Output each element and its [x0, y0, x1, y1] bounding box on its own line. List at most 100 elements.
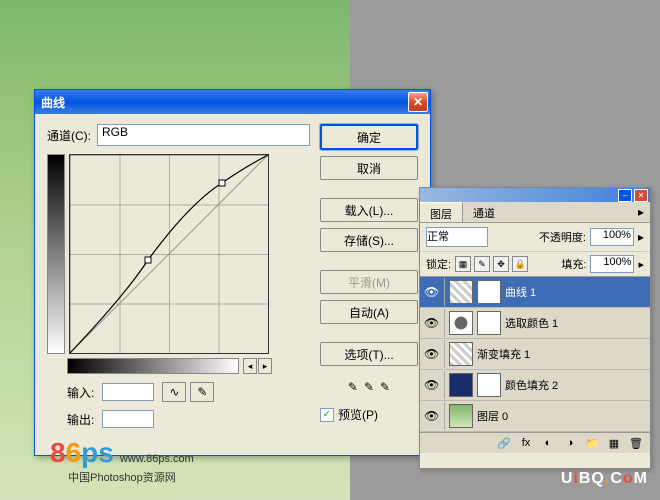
input-label: 输入:: [67, 384, 94, 401]
link-icon[interactable]: 🔗: [496, 436, 512, 450]
channel-select[interactable]: RGB: [97, 124, 310, 146]
horizontal-gradient: [67, 358, 239, 374]
panel-menu-icon[interactable]: ▸: [632, 202, 650, 222]
tab-layers[interactable]: 图层: [420, 202, 463, 222]
layer-list[interactable]: 👁 曲线 1 👁 选取颜色 1 👁 渐变填充 1 👁 颜色填充 2: [420, 277, 650, 432]
curves-titlebar[interactable]: 曲线 ✕: [35, 90, 430, 114]
lock-icons: ▦ ✎ ✥ 🔒: [455, 256, 528, 272]
fill-arrow-icon[interactable]: ▸: [638, 258, 644, 271]
h-gradient-row: ◂ ▸: [67, 358, 310, 374]
load-button[interactable]: 载入(L)...: [320, 198, 418, 222]
eyedropper-row: ✎ ✎ ✎: [320, 380, 418, 394]
opacity-input[interactable]: 100%: [590, 228, 634, 246]
panel-close-icon[interactable]: ✕: [634, 189, 648, 202]
pencil-tool-icon[interactable]: ✎: [190, 382, 214, 402]
gray-point-eyedropper-icon[interactable]: ✎: [364, 380, 374, 394]
new-layer-icon[interactable]: ▦: [606, 436, 622, 450]
trash-icon[interactable]: 🗑: [628, 436, 644, 450]
visibility-icon[interactable]: 👁: [424, 409, 440, 423]
minimize-icon[interactable]: –: [618, 189, 632, 202]
layer-name: 图层 0: [477, 408, 508, 424]
layer-name: 颜色填充 2: [505, 377, 558, 393]
layer-thumbnail[interactable]: [449, 373, 473, 397]
smooth-button: 平滑(M): [320, 270, 418, 294]
opacity-arrow-icon[interactable]: ▸: [638, 230, 644, 244]
watermark-uibq: UiBQ.CoM: [561, 470, 648, 488]
visibility-icon[interactable]: 👁: [424, 316, 440, 330]
fill-label: 填充:: [561, 256, 586, 272]
curve-area: [47, 154, 310, 354]
adjustment-icon[interactable]: ◑: [562, 436, 578, 450]
layer-name: 曲线 1: [505, 284, 536, 300]
black-point-eyedropper-icon[interactable]: ✎: [348, 380, 358, 394]
output-row: 输出:: [67, 410, 310, 428]
preview-checkbox[interactable]: ✓: [320, 408, 334, 422]
options-button[interactable]: 选项(T)...: [320, 342, 418, 366]
layer-item-background[interactable]: 👁 图层 0: [420, 401, 650, 432]
fill-input[interactable]: 100%: [590, 255, 634, 273]
lock-brush-icon[interactable]: ✎: [474, 256, 490, 272]
layer-mask-thumbnail[interactable]: [477, 311, 501, 335]
curve-line: [70, 155, 268, 353]
layers-panel-bottom: 🔗 fx ◐ ◑ 📁 ▦ 🗑: [420, 432, 650, 453]
tab-channels[interactable]: 通道: [463, 202, 505, 222]
channel-row: 通道(C): RGB: [47, 124, 310, 146]
layers-panel: – ✕ 图层 通道 ▸ 正常 不透明度: 100% ▸ 锁定: ▦ ✎ ✥ 🔒 …: [419, 187, 651, 469]
layer-name: 选取颜色 1: [505, 315, 558, 331]
layer-item-curves[interactable]: 👁 曲线 1: [420, 277, 650, 308]
channel-label: 通道(C):: [47, 127, 91, 144]
curve-tool-buttons: ∿ ✎: [162, 382, 214, 402]
preview-row: ✓ 预览(P): [320, 406, 418, 423]
layer-thumbnail[interactable]: [449, 342, 473, 366]
arrow-left-icon[interactable]: ◂: [243, 358, 257, 374]
save-button[interactable]: 存储(S)...: [320, 228, 418, 252]
ok-button[interactable]: 确定: [320, 124, 418, 150]
blend-row: 正常 不透明度: 100% ▸: [420, 223, 650, 252]
output-field[interactable]: [102, 410, 154, 428]
watermark-text: 中国Photoshop资源网: [68, 469, 176, 485]
input-row: 输入: ∿ ✎: [67, 382, 310, 402]
input-field[interactable]: [102, 383, 154, 401]
mask-icon[interactable]: ◐: [540, 436, 556, 450]
close-icon[interactable]: ✕: [408, 92, 428, 112]
layer-mask-thumbnail[interactable]: [477, 280, 501, 304]
visibility-icon[interactable]: 👁: [424, 285, 440, 299]
curve-graph[interactable]: [69, 154, 269, 354]
watermark-logo: 86ps: [50, 437, 114, 469]
layer-mask-thumbnail[interactable]: [477, 373, 501, 397]
lock-all-icon[interactable]: 🔒: [512, 256, 528, 272]
auto-button[interactable]: 自动(A): [320, 300, 418, 324]
fx-icon[interactable]: fx: [518, 436, 534, 450]
white-point-eyedropper-icon[interactable]: ✎: [380, 380, 390, 394]
curve-tool-icon[interactable]: ∿: [162, 382, 186, 402]
blend-mode-select[interactable]: 正常: [426, 227, 488, 247]
cancel-button[interactable]: 取消: [320, 156, 418, 180]
layers-panel-titlebar[interactable]: – ✕: [420, 188, 650, 202]
panel-tabs: 图层 通道 ▸: [420, 202, 650, 223]
folder-icon[interactable]: 📁: [584, 436, 600, 450]
lock-label: 锁定:: [426, 256, 451, 272]
layer-item-selective-color[interactable]: 👁 选取颜色 1: [420, 308, 650, 339]
curves-left-column: 通道(C): RGB ◂ ▸: [47, 124, 310, 428]
curves-right-column: 确定 取消 载入(L)... 存储(S)... 平滑(M) 自动(A) 选项(T…: [320, 124, 418, 428]
lock-move-icon[interactable]: ✥: [493, 256, 509, 272]
layer-thumbnail[interactable]: [449, 280, 473, 304]
gradient-arrows: ◂ ▸: [243, 358, 272, 374]
visibility-icon[interactable]: 👁: [424, 378, 440, 392]
layer-thumbnail[interactable]: [449, 404, 473, 428]
layer-thumbnail[interactable]: [449, 311, 473, 335]
opacity-label: 不透明度:: [539, 229, 586, 245]
preview-label: 预览(P): [338, 406, 378, 423]
watermark-86ps: 86ps www.86ps.com 中国Photoshop资源网: [50, 437, 194, 485]
layer-item-gradient-fill[interactable]: 👁 渐变填充 1: [420, 339, 650, 370]
layer-item-color-fill[interactable]: 👁 颜色填充 2: [420, 370, 650, 401]
lock-transparency-icon[interactable]: ▦: [455, 256, 471, 272]
curves-body: 通道(C): RGB ◂ ▸: [35, 114, 430, 438]
visibility-icon[interactable]: 👁: [424, 347, 440, 361]
curves-title: 曲线: [41, 94, 408, 111]
watermark-url: www.86ps.com: [120, 453, 194, 465]
layer-name: 渐变填充 1: [477, 346, 530, 362]
arrow-right-icon[interactable]: ▸: [258, 358, 272, 374]
lock-row: 锁定: ▦ ✎ ✥ 🔒 填充: 100% ▸: [420, 252, 650, 277]
vertical-gradient: [47, 154, 65, 354]
